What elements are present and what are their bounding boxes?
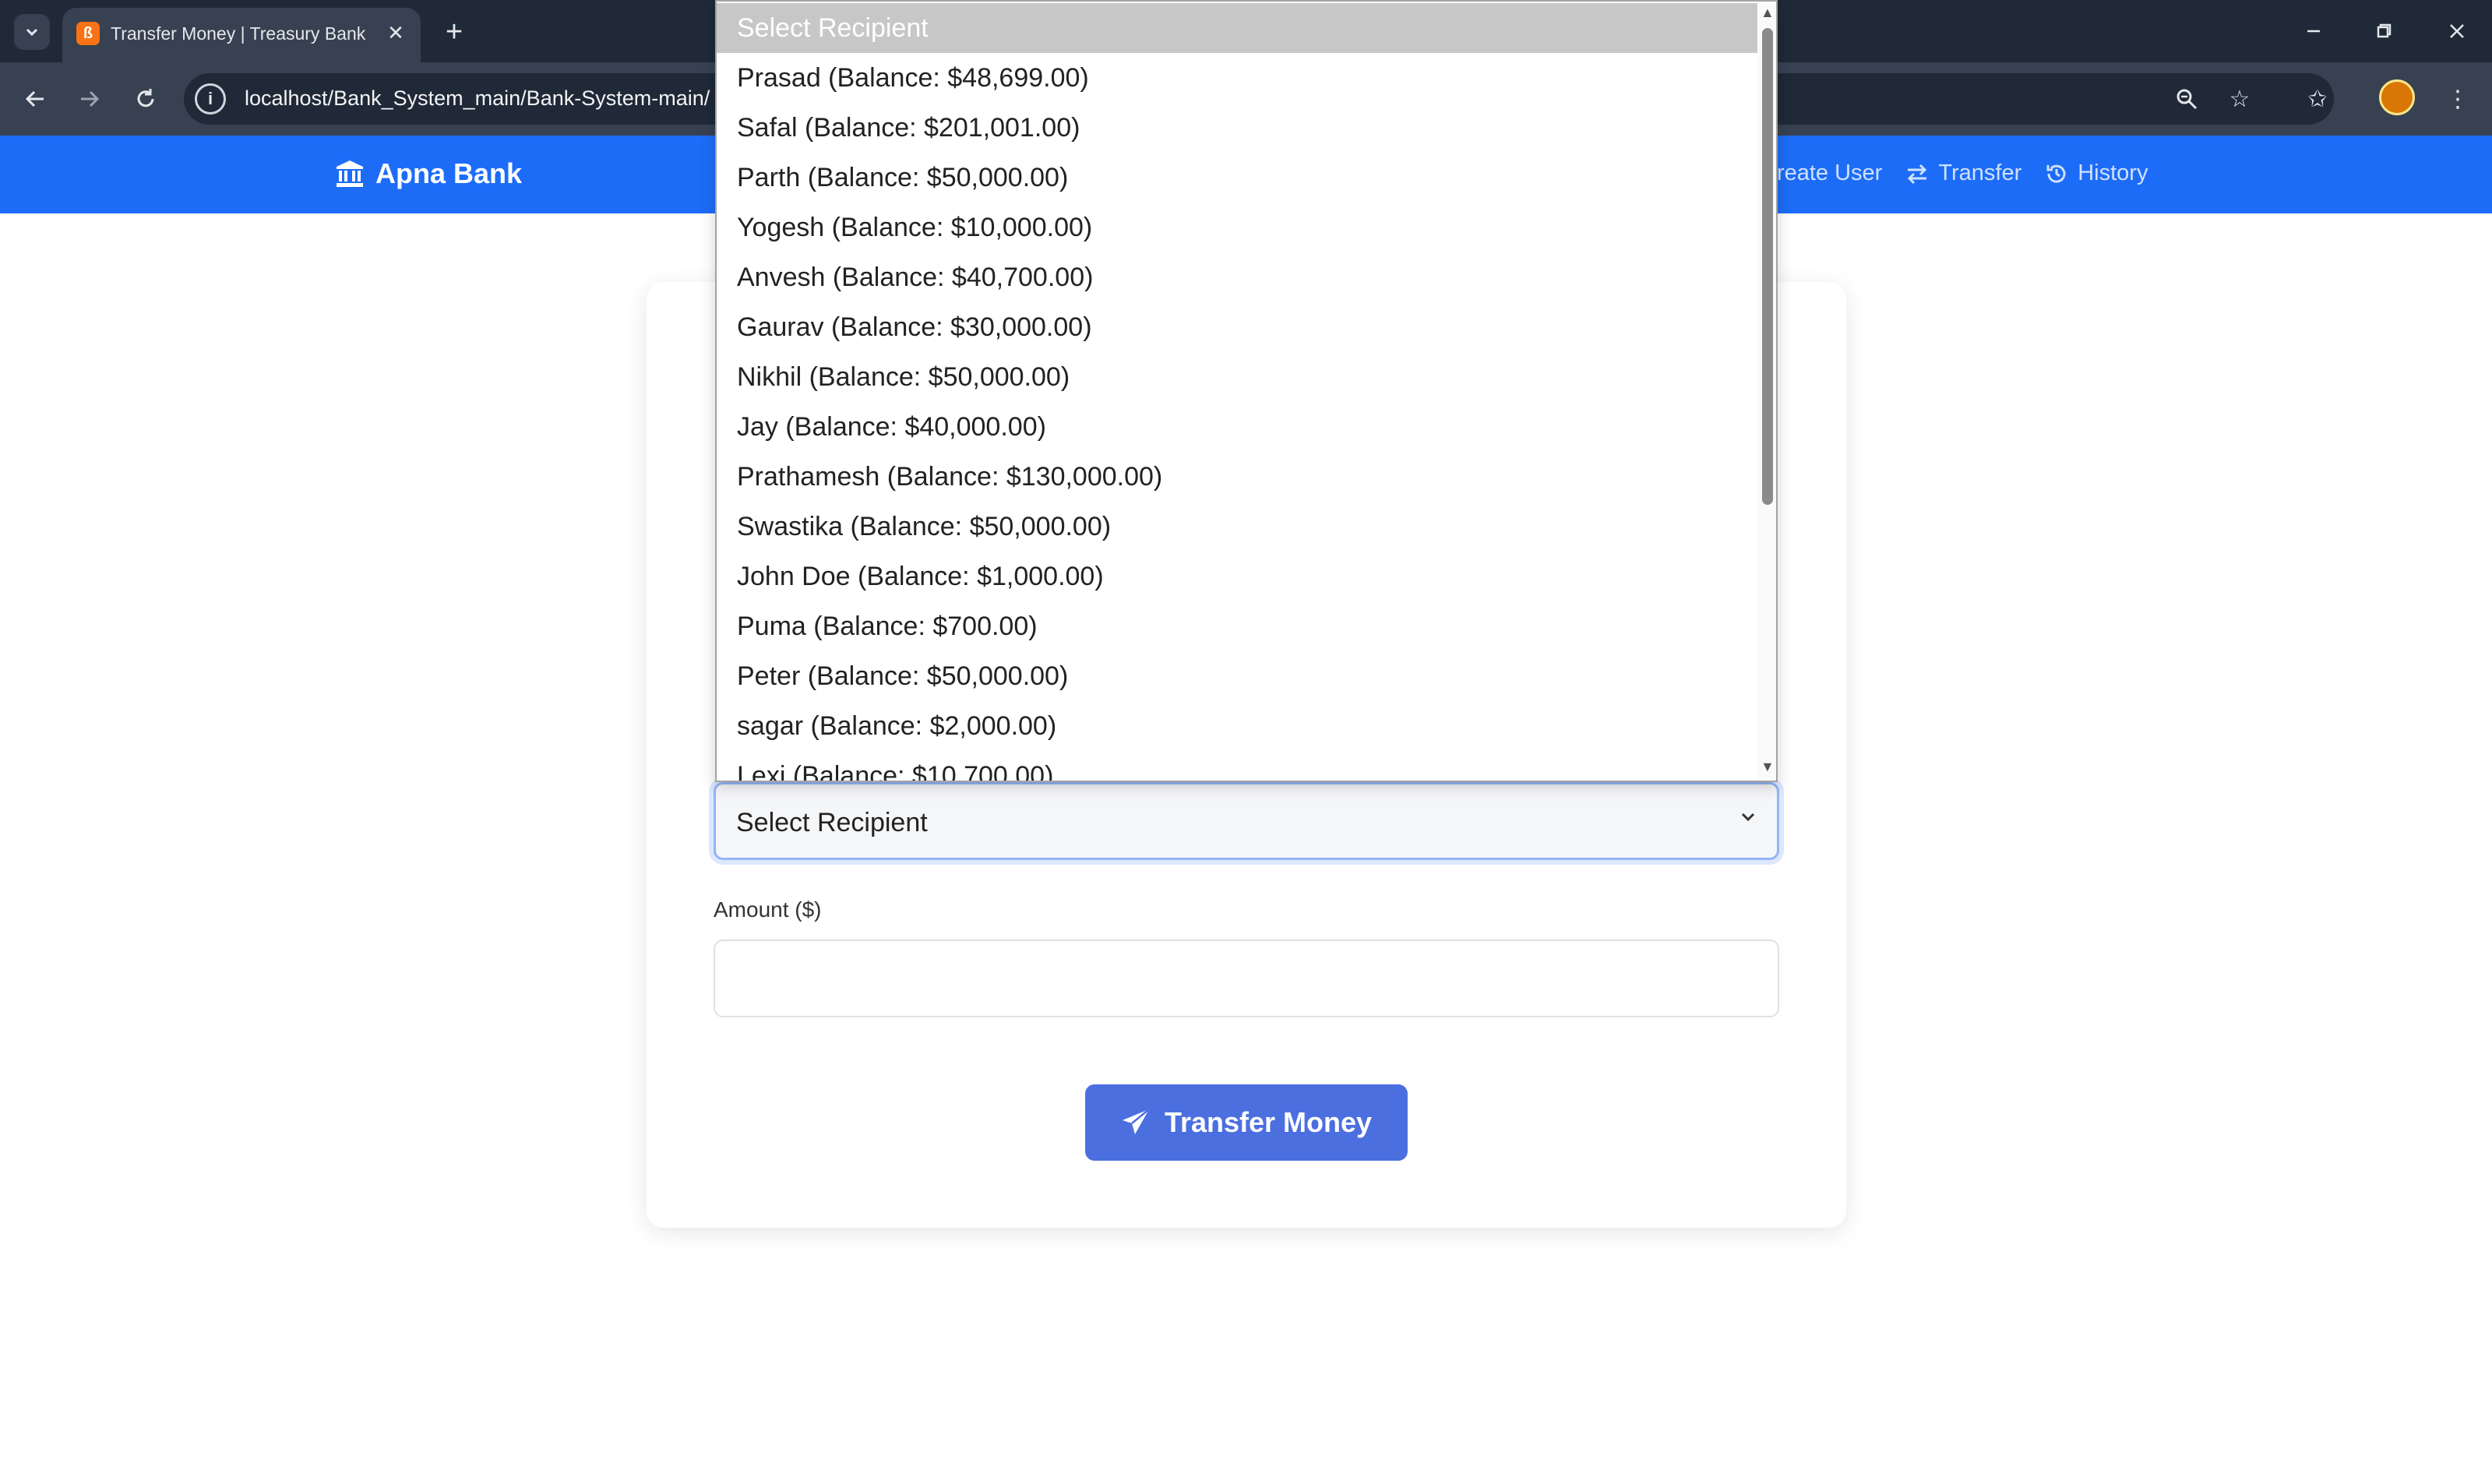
reload-icon[interactable] [126, 79, 165, 118]
bank-icon [337, 160, 363, 187]
minimize-icon[interactable] [2290, 11, 2337, 51]
dropdown-option[interactable]: Safal (Balance: $201,001.00) [717, 103, 1759, 153]
nav-transfer[interactable]: Transfer [1905, 160, 2021, 186]
nav-label-history: History [2078, 160, 2148, 185]
dropdown-option[interactable]: Yogesh (Balance: $10,000.00) [717, 203, 1759, 252]
recipient-select[interactable]: Select Recipient [714, 782, 1779, 860]
dropdown-option[interactable]: sagar (Balance: $2,000.00) [717, 701, 1759, 751]
restore-icon[interactable] [2360, 11, 2407, 51]
dropdown-option[interactable]: Anvesh (Balance: $40,700.00) [717, 252, 1759, 302]
dropdown-option[interactable]: Swastika (Balance: $50,000.00) [717, 502, 1759, 552]
close-window-icon[interactable] [2434, 11, 2480, 51]
transfer-money-label: Transfer Money [1164, 1106, 1373, 1138]
chevron-down-icon [26, 28, 38, 37]
dropdown-option[interactable]: Puma (Balance: $700.00) [717, 601, 1759, 651]
kebab-menu-icon[interactable]: ⋮ [2440, 81, 2476, 117]
brand-logo[interactable]: Apna Bank [335, 157, 522, 190]
dropdown-option[interactable]: Select Recipient [717, 3, 1759, 53]
dropdown-option[interactable]: Nikhil (Balance: $50,000.00) [717, 352, 1759, 402]
new-tab-button[interactable]: + [436, 14, 472, 50]
nav-history[interactable]: History [2045, 160, 2148, 186]
amount-label: Amount ($) [714, 897, 822, 922]
browser-tab-active[interactable]: ß Transfer Money | Treasury Bank ✕ [62, 8, 421, 62]
transfer-arrows-icon [1908, 164, 1927, 184]
info-icon[interactable]: i [195, 83, 226, 115]
dropdown-option[interactable]: John Doe (Balance: $1,000.00) [717, 552, 1759, 601]
brand-name: Apna Bank [375, 157, 523, 189]
dropdown-option[interactable]: Jay (Balance: $40,000.00) [717, 402, 1759, 452]
tab-list-button[interactable] [14, 14, 50, 50]
dropdown-option[interactable]: Prasad (Balance: $48,699.00) [717, 53, 1759, 103]
paper-plane-icon [1122, 1109, 1150, 1134]
scroll-thumb[interactable] [1762, 28, 1773, 505]
recipient-select-value: Select Recipient [736, 808, 928, 837]
dropdown-option[interactable]: Lexi (Balance: $10,700.00) [717, 751, 1759, 781]
recipient-dropdown-list: Select Recipient Prasad (Balance: $48,69… [715, 0, 1778, 782]
star-icon[interactable]: ☆ [2222, 81, 2258, 117]
close-tab-icon[interactable]: ✕ [382, 19, 410, 47]
dropdown-option[interactable]: Prathamesh (Balance: $130,000.00) [717, 452, 1759, 502]
forward-arrow-icon[interactable] [70, 79, 109, 118]
history-icon [2046, 164, 2066, 183]
chevron-down-icon [1736, 805, 1760, 834]
scroll-up-arrow-icon[interactable]: ▲ [1761, 5, 1775, 21]
scroll-down-arrow-icon[interactable]: ▼ [1761, 759, 1775, 775]
zoom-icon[interactable] [2169, 81, 2205, 117]
transfer-money-button[interactable]: Transfer Money [1085, 1084, 1408, 1161]
bookmarks-star-icon[interactable]: ✩ [2300, 81, 2335, 117]
nav-label-create-user: Create User [1761, 160, 1883, 185]
back-arrow-icon[interactable] [16, 79, 55, 118]
dropdown-scrollbar[interactable]: ▲ ▼ [1757, 2, 1776, 781]
avatar[interactable] [2379, 79, 2415, 115]
amount-input[interactable] [714, 939, 1779, 1017]
tab-title: Transfer Money | Treasury Bank [111, 23, 366, 44]
url-text: localhost/Bank_System_main/Bank-System-m… [245, 86, 710, 110]
dropdown-option[interactable]: Gaurav (Balance: $30,000.00) [717, 302, 1759, 352]
dropdown-option[interactable]: Peter (Balance: $50,000.00) [717, 651, 1759, 701]
xampp-icon: ß [76, 22, 100, 45]
nav-label-transfer: Transfer [1938, 160, 2022, 185]
nav-create-user[interactable]: Create User [1761, 160, 1882, 186]
dropdown-option[interactable]: Parth (Balance: $50,000.00) [717, 153, 1759, 203]
nav-links: Create User Transfer History [1761, 160, 2148, 186]
